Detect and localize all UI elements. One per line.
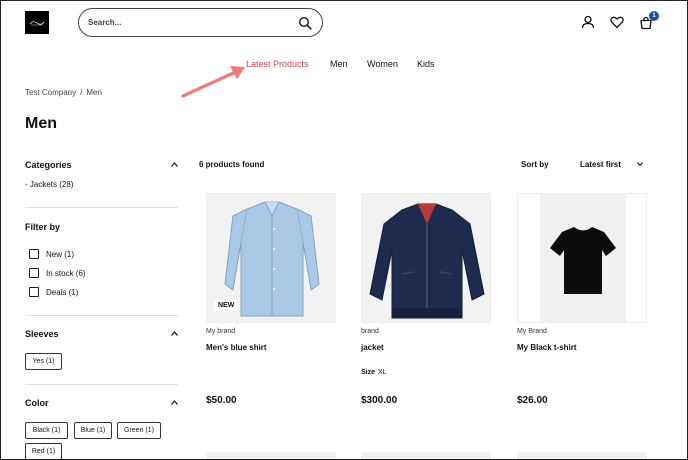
product-name[interactable]: My Black t-shirt	[517, 343, 577, 352]
product-brand: My brand	[206, 328, 236, 335]
account-icon[interactable]	[581, 15, 595, 29]
filter-deals-checkbox[interactable]	[29, 287, 39, 297]
size-value: XL	[378, 369, 387, 376]
breadcrumb-separator: /	[80, 88, 83, 97]
product-card-placeholder	[361, 452, 491, 460]
color-black-chip[interactable]: Black (1)	[25, 422, 68, 439]
navy-jacket-image	[362, 194, 490, 322]
color-red-chip[interactable]: Red (1)	[25, 443, 62, 460]
page-title: Men	[25, 115, 57, 132]
category-item-jackets[interactable]: - Jackets (28)	[25, 180, 73, 189]
product-name[interactable]: Men's blue shirt	[206, 343, 267, 352]
product-image-black-tshirt[interactable]	[517, 193, 647, 323]
filter-deals-label[interactable]: Deals (1)	[46, 288, 78, 297]
nav-kids[interactable]: Kids	[417, 59, 435, 69]
chevron-up-icon[interactable]	[171, 162, 178, 167]
search-icon[interactable]	[298, 16, 312, 30]
search-bar[interactable]	[78, 8, 323, 37]
product-price: $300.00	[361, 395, 398, 406]
product-card-placeholder	[206, 452, 336, 460]
breadcrumb: Test Company / Men	[25, 88, 102, 97]
annotation-arrow	[181, 66, 245, 98]
product-card-placeholder	[517, 452, 647, 460]
sidebar-divider	[25, 315, 178, 316]
nav-latest-products[interactable]: Latest Products	[246, 59, 309, 69]
product-size: Size XL	[361, 369, 387, 376]
cart-count-badge: 1	[649, 11, 659, 21]
breadcrumb-home-link[interactable]: Test Company	[25, 88, 76, 97]
product-image-blue-shirt[interactable]: NEW	[206, 193, 336, 323]
categories-heading[interactable]: Categories	[25, 160, 72, 170]
wishlist-heart-icon[interactable]	[610, 15, 624, 29]
sort-by-label: Sort by	[521, 160, 549, 169]
nav-women[interactable]: Women	[367, 59, 398, 69]
sleeves-heading[interactable]: Sleeves	[25, 329, 59, 339]
new-badge: NEW	[214, 300, 239, 311]
color-blue-chip[interactable]: Blue (1)	[74, 422, 112, 439]
chevron-down-icon[interactable]	[637, 162, 643, 166]
filter-in-stock-checkbox[interactable]	[29, 268, 39, 278]
product-brand: My Brand	[517, 328, 547, 335]
product-name[interactable]: jacket	[361, 343, 384, 352]
product-price: $26.00	[517, 395, 548, 406]
sidebar-divider	[25, 384, 178, 385]
product-price: $50.00	[206, 395, 237, 406]
store-logo[interactable]	[25, 11, 49, 34]
color-heading[interactable]: Color	[25, 398, 49, 408]
product-brand: brand	[361, 328, 379, 335]
logo-mark-icon	[29, 20, 45, 25]
chevron-up-icon[interactable]	[171, 331, 178, 336]
results-count: 6 products found	[199, 160, 265, 169]
chevron-up-icon[interactable]	[171, 400, 178, 405]
sort-select[interactable]: Latest first	[580, 160, 621, 169]
main-nav: Latest Products Men Women Kids	[0, 59, 688, 71]
nav-men[interactable]: Men	[330, 59, 348, 69]
breadcrumb-current: Men	[86, 88, 102, 97]
search-input[interactable]	[88, 18, 298, 27]
product-image-jacket[interactable]	[361, 193, 491, 323]
color-green-chip[interactable]: Green (1)	[117, 422, 161, 439]
size-label: Size	[361, 369, 376, 376]
sidebar-divider	[25, 207, 178, 208]
filter-new-label[interactable]: New (1)	[46, 250, 74, 259]
filter-new-checkbox[interactable]	[29, 249, 39, 259]
sleeves-yes-chip[interactable]: Yes (1)	[25, 353, 62, 370]
black-tshirt-image	[518, 194, 646, 322]
filter-in-stock-label[interactable]: In stock (6)	[46, 269, 86, 278]
filter-by-heading: Filter by	[25, 222, 61, 232]
